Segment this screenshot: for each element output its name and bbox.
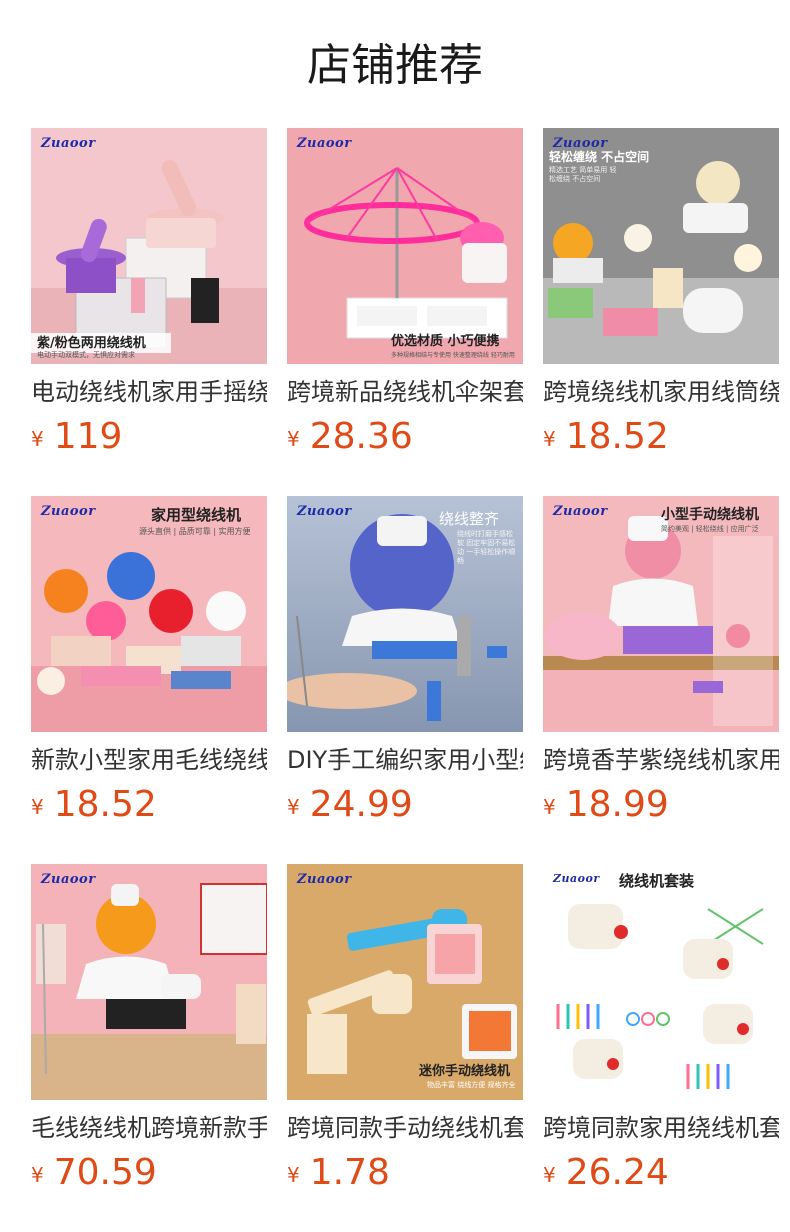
price-value: 1.78 xyxy=(309,1152,390,1193)
product-banner-sub: 电动手动双模式，无惧应对需求 xyxy=(37,351,135,359)
price-value: 18.99 xyxy=(565,784,669,825)
currency-symbol: ¥ xyxy=(31,427,44,451)
brand-logo: Zuaoor xyxy=(297,504,352,519)
product-name[interactable]: 新款小型家用毛线绕线器 xyxy=(31,744,267,776)
price-value: 24.99 xyxy=(309,784,413,825)
brand-logo: Zuaoor xyxy=(297,872,352,887)
product-name[interactable]: 跨境同款手动绕线机套装 xyxy=(287,1112,523,1144)
brand-logo: Zuaoor xyxy=(297,136,352,151)
product-image[interactable]: Zuaoor 家用型绕线机 源头直供 | 品质可靠 | 实用方便 xyxy=(31,496,267,732)
product-image[interactable]: Zuaoor 迷你手动绕线机 物品丰富 绕线方便 规格齐全 xyxy=(287,864,523,1100)
price-value: 70.59 xyxy=(53,1152,157,1193)
product-card[interactable]: Zuaoor 迷你手动绕线机 物品丰富 绕线方便 规格齐全 跨境同款手动绕线机套… xyxy=(287,864,523,1204)
product-name[interactable]: 电动绕线机家用手摇绕线器 xyxy=(31,376,267,408)
product-price: ¥119 xyxy=(31,416,122,458)
product-banner-sub: 精选工艺 简单易用 轻松缠绕 不占空间 xyxy=(549,166,617,183)
currency-symbol: ¥ xyxy=(287,1163,300,1187)
product-price: ¥18.99 xyxy=(543,784,669,826)
product-banner-sub: 绕线时打磨手感松软 固定牢固不易松动 一手轻松操作顺畅 xyxy=(457,530,516,565)
product-card[interactable]: Zuaoor 轻松缠绕 不占空间 精选工艺 简单易用 轻松缠绕 不占空间 跨境绕… xyxy=(543,128,779,468)
brand-logo: Zuaoor xyxy=(41,136,96,151)
product-card[interactable]: Zuaoor 毛线绕线机跨境新款手摇 ¥70.59 xyxy=(31,864,267,1204)
brand-logo: Zuaoor xyxy=(41,504,96,519)
product-price: ¥26.24 xyxy=(543,1152,669,1194)
product-name[interactable]: 跨境同款家用绕线机套装 xyxy=(543,1112,779,1144)
product-banner: 优选材质 小巧便携 xyxy=(391,334,500,349)
product-image[interactable]: Zuaoor 轻松缠绕 不占空间 精选工艺 简单易用 轻松缠绕 不占空间 xyxy=(543,128,779,364)
page-title: 店铺推荐 xyxy=(307,40,483,91)
product-image[interactable]: Zuaoor 小型手动绕线机 简约美观 | 轻松绕线 | 应用广泛 xyxy=(543,496,779,732)
currency-symbol: ¥ xyxy=(543,1163,556,1187)
product-name[interactable]: 跨境香芋紫绕线机家用 xyxy=(543,744,779,776)
product-price: ¥28.36 xyxy=(287,416,413,458)
currency-symbol: ¥ xyxy=(287,427,300,451)
product-card[interactable]: Zuaoor 绕线整齐 绕线时打磨手感松软 固定牢固不易松动 一手轻松操作顺畅 … xyxy=(287,496,523,836)
product-price: ¥18.52 xyxy=(543,416,669,458)
product-price: ¥18.52 xyxy=(31,784,157,826)
currency-symbol: ¥ xyxy=(31,795,44,819)
product-banner-sub: 多种规格相结与专使用 快速整理绕线 轻巧耐用 xyxy=(391,352,515,359)
product-card[interactable]: Zuaoor 绕线机套装 跨境同款家用绕线机套装 ¥26.24 xyxy=(543,864,779,1204)
product-card[interactable]: Zuaoor 紫/粉色两用绕线机 电动手动双模式，无惧应对需求 电动绕线机家用手… xyxy=(31,128,267,468)
currency-symbol: ¥ xyxy=(287,795,300,819)
product-banner: 紫/粉色两用绕线机 xyxy=(37,336,146,351)
currency-symbol: ¥ xyxy=(543,795,556,819)
product-image[interactable]: Zuaoor xyxy=(31,864,267,1100)
price-value: 26.24 xyxy=(565,1152,669,1193)
product-image[interactable]: Zuaoor 优选材质 小巧便携 多种规格相结与专使用 快速整理绕线 轻巧耐用 xyxy=(287,128,523,364)
price-value: 18.52 xyxy=(565,416,669,457)
product-banner: 迷你手动绕线机 xyxy=(419,1064,511,1079)
product-name[interactable]: 毛线绕线机跨境新款手摇 xyxy=(31,1112,267,1144)
price-value: 18.52 xyxy=(53,784,157,825)
price-value: 28.36 xyxy=(309,416,413,457)
product-banner-sub: 简约美观 | 轻松绕线 | 应用广泛 xyxy=(661,525,759,533)
product-card[interactable]: Zuaoor 家用型绕线机 源头直供 | 品质可靠 | 实用方便 新款小型家用毛… xyxy=(31,496,267,836)
product-name[interactable]: 跨境新品绕线机伞架套装 xyxy=(287,376,523,408)
product-price: ¥1.78 xyxy=(287,1152,390,1194)
product-name[interactable]: DIY手工编织家用小型绕线机 xyxy=(287,744,523,776)
product-name[interactable]: 跨境绕线机家用线筒绕线器 xyxy=(543,376,779,408)
product-price: ¥24.99 xyxy=(287,784,413,826)
brand-logo: Zuaoor xyxy=(41,872,96,887)
currency-symbol: ¥ xyxy=(31,1163,44,1187)
product-image[interactable]: Zuaoor 紫/粉色两用绕线机 电动手动双模式，无惧应对需求 xyxy=(31,128,267,364)
product-card[interactable]: Zuaoor 优选材质 小巧便携 多种规格相结与专使用 快速整理绕线 轻巧耐用 … xyxy=(287,128,523,468)
product-image[interactable]: Zuaoor 绕线整齐 绕线时打磨手感松软 固定牢固不易松动 一手轻松操作顺畅 xyxy=(287,496,523,732)
product-banner: 轻松缠绕 不占空间 xyxy=(549,150,650,164)
product-banner-sub: 源头直供 | 品质可靠 | 实用方便 xyxy=(139,527,251,536)
product-image[interactable]: Zuaoor 绕线机套装 xyxy=(543,864,779,1100)
price-value: 119 xyxy=(53,416,123,457)
product-banner-sub: 物品丰富 绕线方便 规格齐全 xyxy=(427,1081,516,1089)
product-price: ¥70.59 xyxy=(31,1152,157,1194)
currency-symbol: ¥ xyxy=(543,427,556,451)
brand-logo: Zuaoor xyxy=(553,504,608,519)
product-card[interactable]: Zuaoor 小型手动绕线机 简约美观 | 轻松绕线 | 应用广泛 跨境香芋紫绕… xyxy=(543,496,779,836)
product-banner: 绕线整齐 xyxy=(439,510,500,528)
product-banner: 绕线机套装 xyxy=(619,872,695,890)
product-banner: 家用型绕线机 xyxy=(151,506,242,524)
brand-logo: Zuaoor xyxy=(553,872,600,885)
product-banner: 小型手动绕线机 xyxy=(661,507,759,523)
